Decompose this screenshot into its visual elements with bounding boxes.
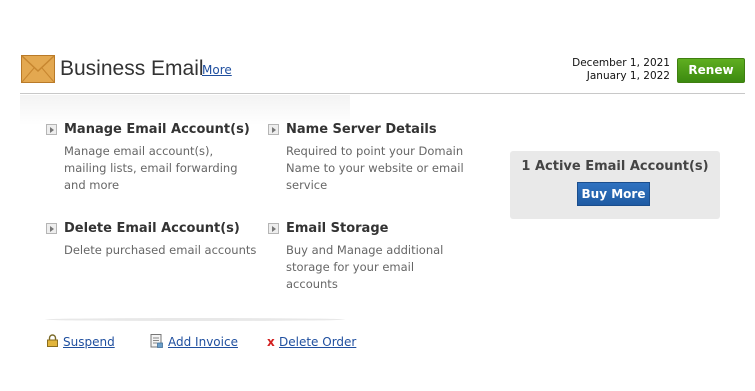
arrow-right-icon <box>268 124 279 135</box>
delete-email-accounts-item[interactable]: Delete Email Account(s) Delete purchased… <box>46 221 256 266</box>
name-server-details-item[interactable]: Name Server Details Required to point yo… <box>268 122 468 197</box>
envelope-icon <box>21 55 55 83</box>
dates: December 1, 2021 January 1, 2022 <box>572 57 670 83</box>
creation-date: December 1, 2021 <box>572 57 670 69</box>
buy-more-button[interactable]: Buy More <box>577 182 650 206</box>
delete-email-accounts-desc: Delete purchased email accounts <box>64 243 257 257</box>
manage-email-accounts-desc: Manage email account(s), mailing lists, … <box>64 144 238 192</box>
email-storage-item[interactable]: Email Storage Buy and Manage additional … <box>268 221 468 291</box>
renew-button[interactable]: Renew <box>677 58 745 83</box>
header: Business Email More December 1, 2021 Jan… <box>20 52 745 94</box>
delete-order-link[interactable]: Delete Order <box>279 335 356 349</box>
manage-email-accounts-item[interactable]: Manage Email Account(s) Manage email acc… <box>46 122 256 192</box>
page-title: Business Email <box>60 57 204 80</box>
name-server-details-title[interactable]: Name Server Details <box>286 122 437 137</box>
email-storage-desc: Buy and Manage additional storage for yo… <box>286 243 444 291</box>
add-invoice-link[interactable]: Add Invoice <box>168 335 238 349</box>
lock-icon <box>47 334 58 347</box>
arrow-right-icon <box>46 124 57 135</box>
more-link[interactable]: More <box>202 63 232 77</box>
manage-email-accounts-title[interactable]: Manage Email Account(s) <box>64 122 250 137</box>
arrow-right-icon <box>46 223 57 234</box>
suspend-link[interactable]: Suspend <box>63 335 115 349</box>
panel-shadow <box>45 318 345 321</box>
active-accounts-box: 1 Active Email Account(s) Buy More <box>510 151 720 219</box>
x-icon: x <box>267 335 275 349</box>
expiry-date: January 1, 2022 <box>586 70 670 82</box>
active-accounts-count: 1 Active Email Account(s) <box>521 159 709 174</box>
arrow-right-icon <box>268 223 279 234</box>
delete-email-accounts-title[interactable]: Delete Email Account(s) <box>64 221 240 236</box>
name-server-details-desc: Required to point your Domain Name to yo… <box>286 144 464 192</box>
invoice-icon <box>150 334 163 348</box>
email-storage-title[interactable]: Email Storage <box>286 221 388 236</box>
